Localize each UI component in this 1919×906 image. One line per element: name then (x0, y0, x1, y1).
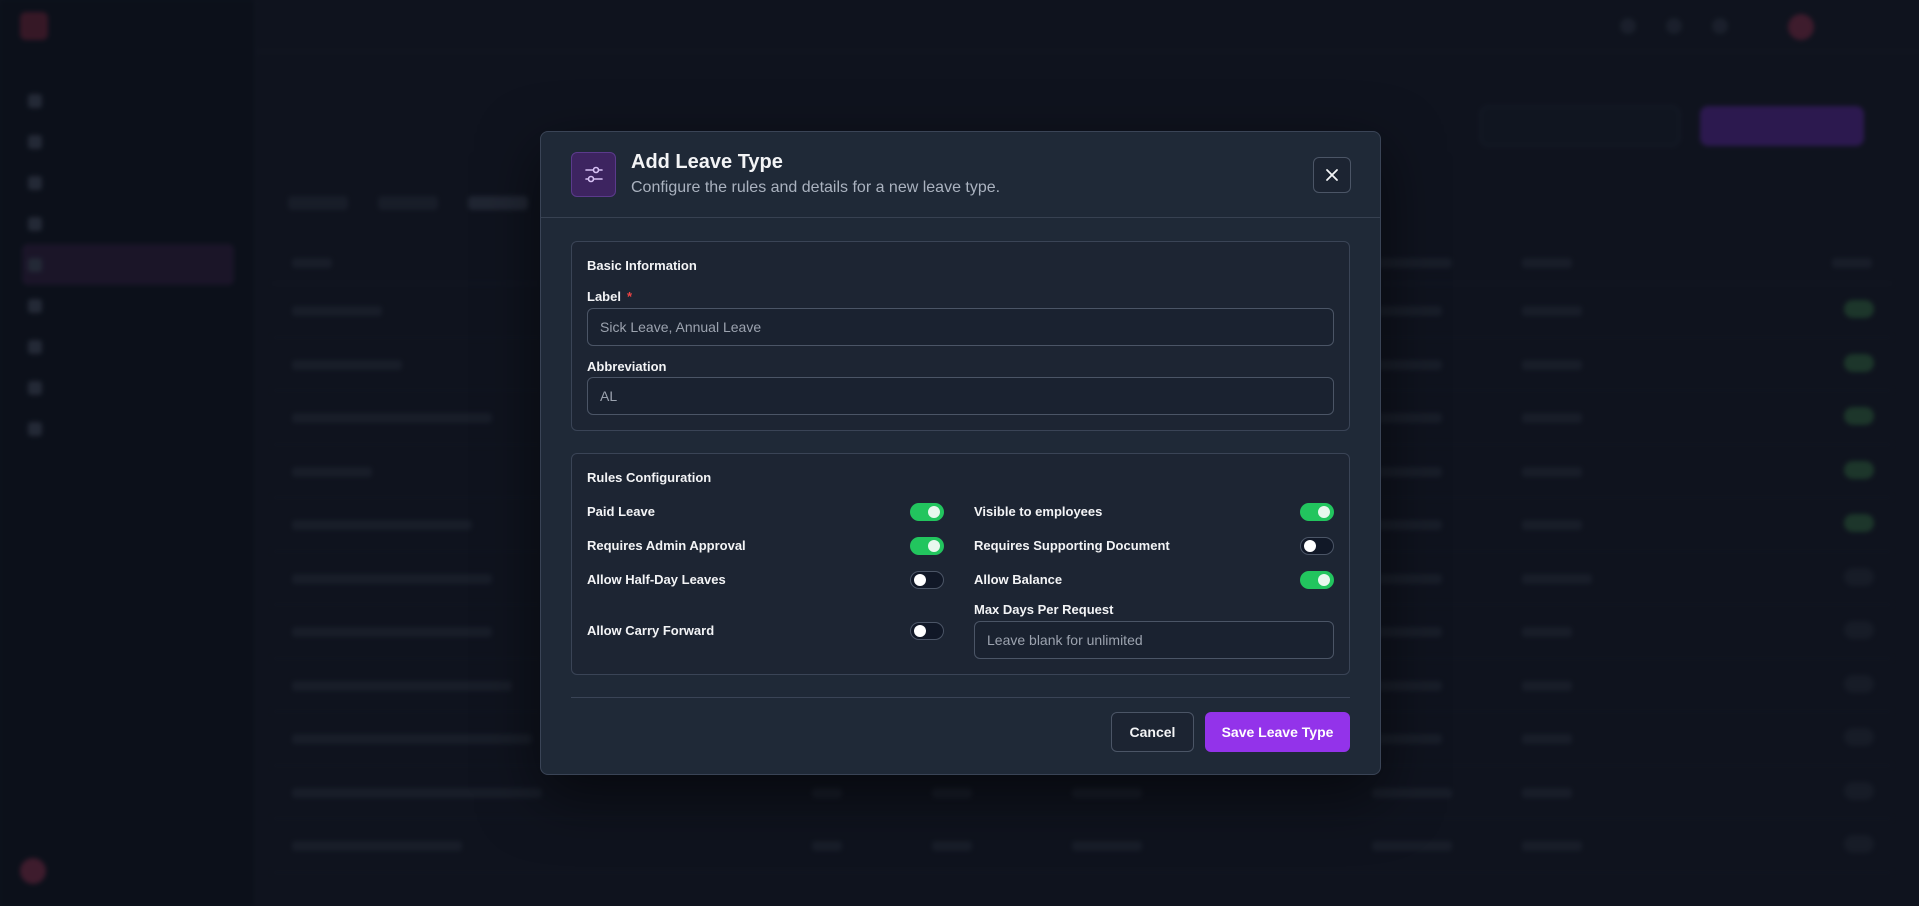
label-text: Label (587, 289, 621, 304)
paid-leave-label: Paid Leave (587, 504, 655, 519)
visible-to-employees-label: Visible to employees (974, 504, 1103, 519)
dialog-subtitle: Configure the rules and details for a ne… (631, 179, 1001, 196)
save-leave-type-button[interactable]: Save Leave Type (1205, 712, 1350, 752)
max-days-per-request-input[interactable] (974, 621, 1334, 659)
allow-half-day-leaves-label: Allow Half-Day Leaves (587, 572, 726, 587)
allow-balance-label: Allow Balance (974, 572, 1063, 587)
footer-divider (571, 697, 1350, 698)
label-input[interactable] (587, 308, 1334, 346)
close-icon (1326, 169, 1338, 181)
required-marker: * (626, 289, 633, 304)
paid-leave-toggle[interactable] (910, 503, 944, 521)
max-days-per-request-label: Max Days Per Request (974, 602, 1114, 617)
visible-to-employees-toggle[interactable] (1300, 503, 1334, 521)
label-field-label: Label * (587, 289, 632, 304)
rules-configuration-section: Rules Configuration Paid Leave Visible t… (571, 453, 1350, 675)
basic-information-section: Basic Information Label * Abbreviation (571, 241, 1350, 431)
add-leave-type-dialog: Add Leave Type Configure the rules and d… (540, 131, 1381, 775)
dialog-header: Add Leave Type Configure the rules and d… (541, 132, 1380, 218)
allow-carry-forward-label: Allow Carry Forward (587, 623, 715, 638)
section-title: Basic Information (587, 258, 697, 273)
requires-supporting-document-toggle[interactable] (1300, 537, 1334, 555)
section-title: Rules Configuration (587, 470, 712, 485)
allow-half-day-leaves-toggle[interactable] (910, 571, 944, 589)
sliders-icon (571, 152, 616, 197)
abbreviation-field-label: Abbreviation (587, 359, 667, 374)
close-button[interactable] (1313, 157, 1351, 193)
cancel-button[interactable]: Cancel (1111, 712, 1194, 752)
allow-balance-toggle[interactable] (1300, 571, 1334, 589)
allow-carry-forward-toggle[interactable] (910, 622, 944, 640)
requires-admin-approval-label: Requires Admin Approval (587, 538, 746, 553)
abbreviation-input[interactable] (587, 377, 1334, 415)
requires-supporting-document-label: Requires Supporting Document (974, 538, 1170, 553)
requires-admin-approval-toggle[interactable] (910, 537, 944, 555)
dialog-title: Add Leave Type (631, 151, 783, 173)
